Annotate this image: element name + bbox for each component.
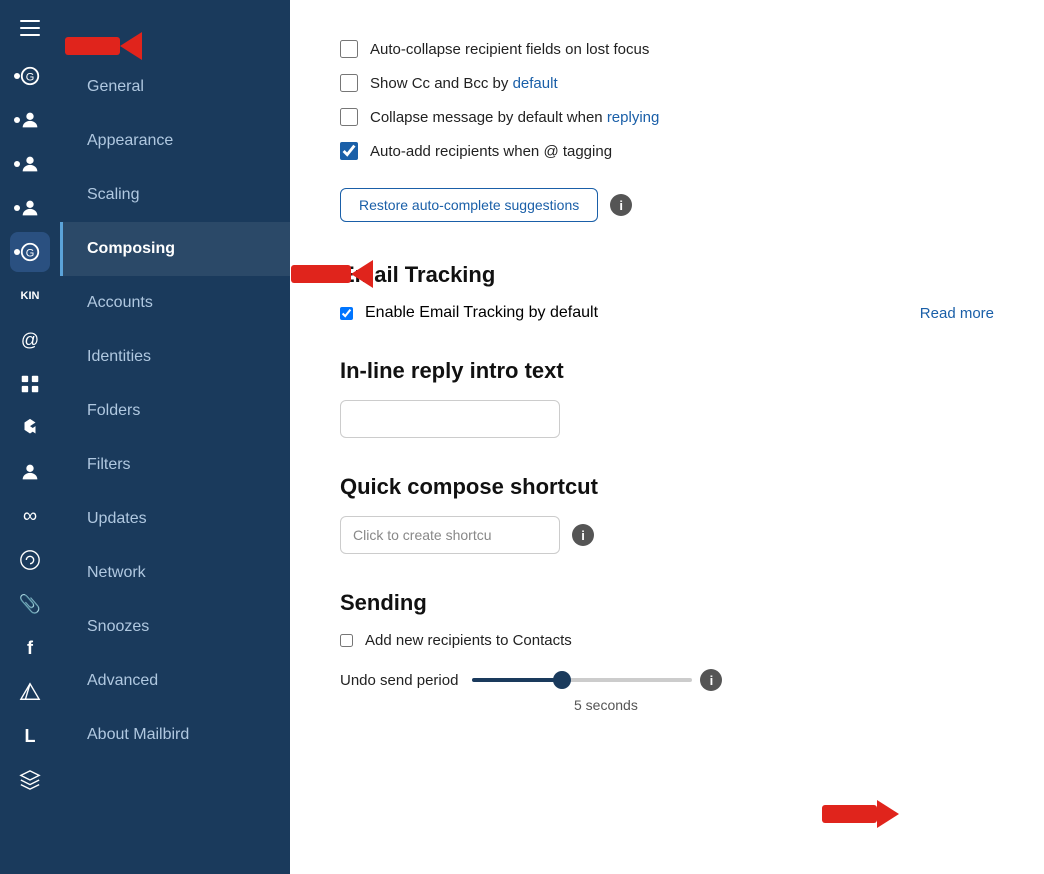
rail-dot (14, 249, 20, 255)
nav-item-about[interactable]: About Mailbird (60, 708, 290, 762)
rail-icon-person[interactable] (10, 452, 50, 492)
rail-icon-kin[interactable]: KIN (10, 276, 50, 316)
arrow-head-composing (351, 260, 373, 288)
arrow-head-sending (877, 800, 899, 828)
quick-compose-title: Quick compose shortcut (340, 474, 994, 500)
read-more-link[interactable]: Read more (920, 305, 994, 322)
email-tracking-label[interactable]: Enable Email Tracking by default (365, 304, 598, 322)
nav-item-snoozes[interactable]: Snoozes (60, 600, 290, 654)
nav-item-accounts[interactable]: Accounts (60, 276, 290, 330)
auto-add-checkbox[interactable] (340, 142, 358, 160)
email-tracking-section: Email Tracking Enable Email Tracking by … (340, 262, 994, 322)
rail-icon-account1[interactable] (10, 100, 50, 140)
collapse-msg-checkbox[interactable] (340, 108, 358, 126)
inline-reply-input[interactable] (340, 400, 560, 438)
restore-btn[interactable]: Restore auto-complete suggestions (340, 188, 598, 222)
auto-collapse-checkbox[interactable] (340, 40, 358, 58)
checkbox-group: Auto-collapse recipient fields on lost f… (340, 40, 994, 160)
sending-title: Sending (340, 590, 994, 616)
arrow-composing (291, 260, 373, 288)
collapse-msg-highlight: replying (607, 109, 660, 126)
arrow-bar-sending (822, 805, 877, 823)
auto-collapse-label[interactable]: Auto-collapse recipient fields on lost f… (370, 41, 649, 58)
nav-item-advanced[interactable]: Advanced (60, 654, 290, 708)
show-cc-highlight: default (513, 75, 558, 92)
rail-icon-at[interactable]: @ (10, 320, 50, 360)
checkbox-row-auto-collapse: Auto-collapse recipient fields on lost f… (340, 40, 994, 58)
inline-reply-title: In-line reply intro text (340, 358, 994, 384)
checkbox-row-collapse-msg: Collapse message by default when replyin… (340, 108, 994, 126)
nav-item-updates[interactable]: Updates (60, 492, 290, 546)
restore-row: Restore auto-complete suggestions i (340, 188, 994, 222)
rail-icon-g2[interactable]: G (10, 232, 50, 272)
sending-checkbox-row: Add new recipients to Contacts (340, 632, 994, 649)
rail-icon-infinity[interactable]: ∞ (10, 496, 50, 536)
rail-dot (14, 205, 20, 211)
nav-item-filters[interactable]: Filters (60, 438, 290, 492)
rail-icon-account3[interactable] (10, 188, 50, 228)
rail-icon-facebook[interactable]: f (10, 628, 50, 668)
rail-icon-account2[interactable] (10, 144, 50, 184)
collapse-msg-label[interactable]: Collapse message by default when replyin… (370, 109, 659, 126)
icon-rail: G G KIN @ ∞ (0, 0, 60, 874)
show-cc-label[interactable]: Show Cc and Bcc by default (370, 75, 558, 92)
nav-item-scaling[interactable]: Scaling (60, 168, 290, 222)
sending-section: Sending Add new recipients to Contacts U… (340, 590, 994, 713)
rail-icon-paperclip[interactable]: 📎 (10, 584, 50, 624)
svg-text:G: G (26, 248, 35, 260)
rail-dot (14, 161, 20, 167)
rail-icon-drive[interactable] (10, 672, 50, 712)
restore-info-icon[interactable]: i (610, 194, 632, 216)
rail-dot (14, 117, 20, 123)
seconds-label: 5 seconds (574, 697, 994, 713)
add-recipients-checkbox[interactable] (340, 634, 353, 647)
rail-icon-whatsapp[interactable] (10, 540, 50, 580)
rail-icon-g[interactable]: G (10, 56, 50, 96)
nav-item-composing[interactable]: Composing (60, 222, 290, 276)
email-tracking-title: Email Tracking (340, 262, 994, 288)
rail-icon-layers[interactable] (10, 760, 50, 800)
checkbox-row-show-cc: Show Cc and Bcc by default (340, 74, 994, 92)
nav-item-general[interactable]: General (60, 60, 290, 114)
arrow-bar-composing (291, 265, 351, 283)
nav-item-network[interactable]: Network (60, 546, 290, 600)
shortcut-info-icon[interactable]: i (572, 524, 594, 546)
nav-item-appearance[interactable]: Appearance (60, 114, 290, 168)
compose-row: Click to create shortcu i (340, 516, 994, 554)
rail-icon-L[interactable]: L (10, 716, 50, 756)
add-recipients-label[interactable]: Add new recipients to Contacts (365, 632, 572, 649)
undo-label: Undo send period (340, 672, 458, 689)
nav-item-folders[interactable]: Folders (60, 384, 290, 438)
checkbox-row-auto-add: Auto-add recipients when @ tagging (340, 142, 994, 160)
show-cc-checkbox[interactable] (340, 74, 358, 92)
shortcut-btn[interactable]: Click to create shortcu (340, 516, 560, 554)
auto-add-label[interactable]: Auto-add recipients when @ tagging (370, 143, 612, 160)
undo-slider[interactable] (472, 678, 692, 682)
undo-row: Undo send period i (340, 669, 994, 691)
email-tracking-checkbox[interactable] (340, 307, 353, 320)
arrow-head-hamburger (120, 32, 142, 60)
hamburger-menu[interactable] (12, 10, 48, 46)
svg-text:G: G (26, 72, 35, 84)
rail-icon-grid[interactable] (10, 364, 50, 404)
slider-container: i (472, 669, 722, 691)
tracking-row: Enable Email Tracking by default Read mo… (340, 304, 994, 322)
rail-icon-dropbox[interactable] (10, 408, 50, 448)
rail-dot (14, 73, 20, 79)
nav-item-identities[interactable]: Identities (60, 330, 290, 384)
slider-info-icon[interactable]: i (700, 669, 722, 691)
tracking-left: Enable Email Tracking by default (340, 304, 598, 322)
arrow-sending (822, 800, 899, 828)
arrow-hamburger (65, 32, 142, 60)
inline-reply-section: In-line reply intro text (340, 358, 994, 438)
nav-sidebar: General Appearance Scaling Composing Acc… (60, 0, 290, 874)
main-content: Auto-collapse recipient fields on lost f… (290, 0, 1044, 874)
quick-compose-section: Quick compose shortcut Click to create s… (340, 474, 994, 554)
arrow-bar-hamburger (65, 37, 120, 55)
